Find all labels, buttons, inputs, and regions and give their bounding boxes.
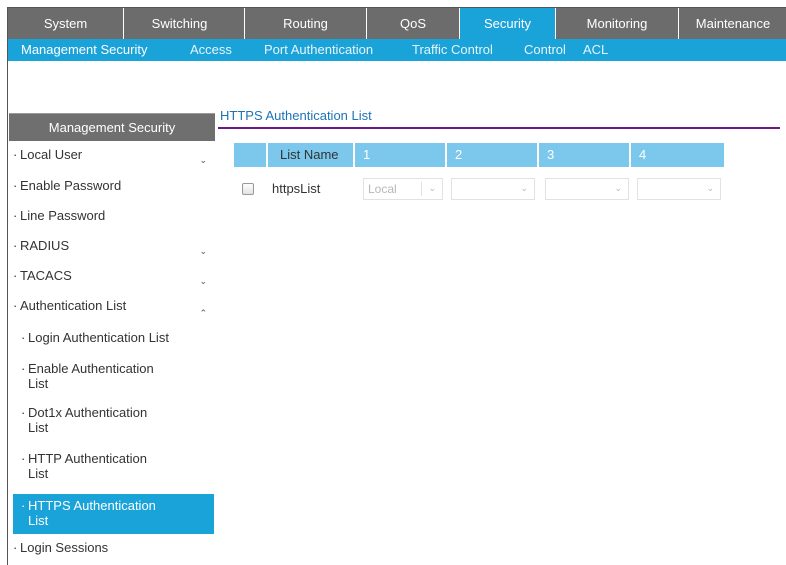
table-header-list-name: List Name bbox=[268, 143, 353, 167]
tab-qos[interactable]: QoS bbox=[366, 8, 459, 39]
sidebar-item-label: Line Password bbox=[20, 208, 106, 223]
sidebar-item-login-sessions[interactable]: · Login Sessions bbox=[13, 540, 213, 560]
subnav-access[interactable]: Access bbox=[190, 39, 232, 61]
sidebar-item-label: TACACS bbox=[20, 268, 72, 283]
sidebar-item-dot1x-authentication-list[interactable]: · Dot1x Authentication List bbox=[21, 405, 213, 439]
sidebar-item-enable-authentication-list[interactable]: · Enable Authentication List bbox=[21, 361, 213, 395]
chevron-down-icon: ⌄ bbox=[199, 155, 207, 165]
title-divider bbox=[218, 127, 780, 129]
sidebar-item-label: Local User bbox=[20, 147, 83, 162]
tab-routing[interactable]: Routing bbox=[244, 8, 366, 39]
tab-security[interactable]: Security bbox=[459, 8, 555, 39]
sidebar-item-https-authentication-list[interactable]: · HTTPS Authentication List bbox=[13, 494, 214, 534]
subnav-management-security[interactable]: Management Security bbox=[21, 39, 147, 61]
sidebar-item-label: Authentication List bbox=[20, 298, 127, 313]
sidebar-item-label-cont: List bbox=[28, 420, 49, 435]
sidebar-item-authentication-list[interactable]: · Authentication List ⌃ bbox=[13, 298, 213, 320]
sidebar-item-label: HTTP Authentication bbox=[28, 451, 147, 466]
tab-system[interactable]: System bbox=[8, 8, 123, 39]
table-header-3: 3 bbox=[539, 143, 629, 167]
sidebar-item-radius[interactable]: · RADIUS ⌄ bbox=[13, 238, 213, 260]
sidebar-item-label: Enable Authentication bbox=[28, 361, 154, 376]
subnav-traffic-control[interactable]: Traffic Control bbox=[412, 39, 493, 61]
method-3-select[interactable]: ⌄ bbox=[545, 178, 629, 200]
chevron-up-icon: ⌃ bbox=[199, 308, 207, 318]
select-value: Local bbox=[368, 182, 397, 196]
sidebar-item-line-password[interactable]: · Line Password bbox=[13, 208, 213, 230]
sidebar-item-label: HTTPS Authentication bbox=[28, 498, 156, 513]
subnav-control[interactable]: Control bbox=[524, 39, 566, 61]
chevron-down-icon: ⌄ bbox=[706, 183, 714, 193]
sidebar-item-label: RADIUS bbox=[20, 238, 70, 253]
subnav-acl[interactable]: ACL bbox=[583, 39, 608, 61]
sidebar-item-label-cont: List bbox=[28, 376, 49, 391]
chevron-down-icon: ⌄ bbox=[199, 276, 207, 286]
chevron-down-icon: ⌄ bbox=[614, 183, 622, 193]
table-header-2: 2 bbox=[447, 143, 537, 167]
chevron-down-icon: ⌄ bbox=[199, 246, 207, 256]
table-header-select bbox=[234, 143, 266, 167]
sidebar-item-label-cont: List bbox=[28, 513, 49, 528]
sidebar-item-label: Enable Password bbox=[20, 178, 122, 193]
table-header-1: 1 bbox=[355, 143, 445, 167]
sidebar-item-label-cont: List bbox=[28, 466, 49, 481]
chevron-down-icon: ⌄ bbox=[520, 183, 528, 193]
sidebar-item-label: Login Sessions bbox=[20, 540, 109, 555]
chevron-down-icon: ⌄ bbox=[428, 183, 436, 193]
row-select-checkbox[interactable] bbox=[242, 183, 254, 195]
method-4-select[interactable]: ⌄ bbox=[637, 178, 721, 200]
sidebar-item-tacacs[interactable]: · TACACS ⌄ bbox=[13, 268, 213, 290]
sidebar-title: Management Security bbox=[9, 113, 215, 141]
tab-switching[interactable]: Switching bbox=[123, 8, 235, 39]
sidebar-item-local-user[interactable]: · Local User ⌄ bbox=[13, 147, 213, 169]
sidebar: Management Security bbox=[9, 113, 215, 141]
sidebar-item-login-authentication-list[interactable]: · Login Authentication List bbox=[21, 330, 213, 352]
tab-monitoring[interactable]: Monitoring bbox=[555, 8, 678, 39]
sidebar-item-label: Login Authentication List bbox=[28, 330, 169, 345]
top-nav: System Switching Routing QoS Security Mo… bbox=[8, 8, 786, 39]
sidebar-item-label: Dot1x Authentication bbox=[28, 405, 148, 420]
method-1-select[interactable]: Local ⌄ bbox=[363, 178, 443, 200]
sidebar-item-http-authentication-list[interactable]: · HTTP Authentication List bbox=[21, 451, 213, 485]
list-name-cell: httpsList bbox=[272, 181, 321, 196]
table-header-4: 4 bbox=[631, 143, 724, 167]
page-title: HTTPS Authentication List bbox=[220, 108, 372, 123]
subnav-port-authentication[interactable]: Port Authentication bbox=[264, 39, 373, 61]
tab-maintenance[interactable]: Maintenance bbox=[678, 8, 786, 39]
method-2-select[interactable]: ⌄ bbox=[451, 178, 535, 200]
sub-nav: Management Security Access Port Authenti… bbox=[8, 39, 786, 61]
sidebar-item-enable-password[interactable]: · Enable Password bbox=[13, 178, 213, 200]
